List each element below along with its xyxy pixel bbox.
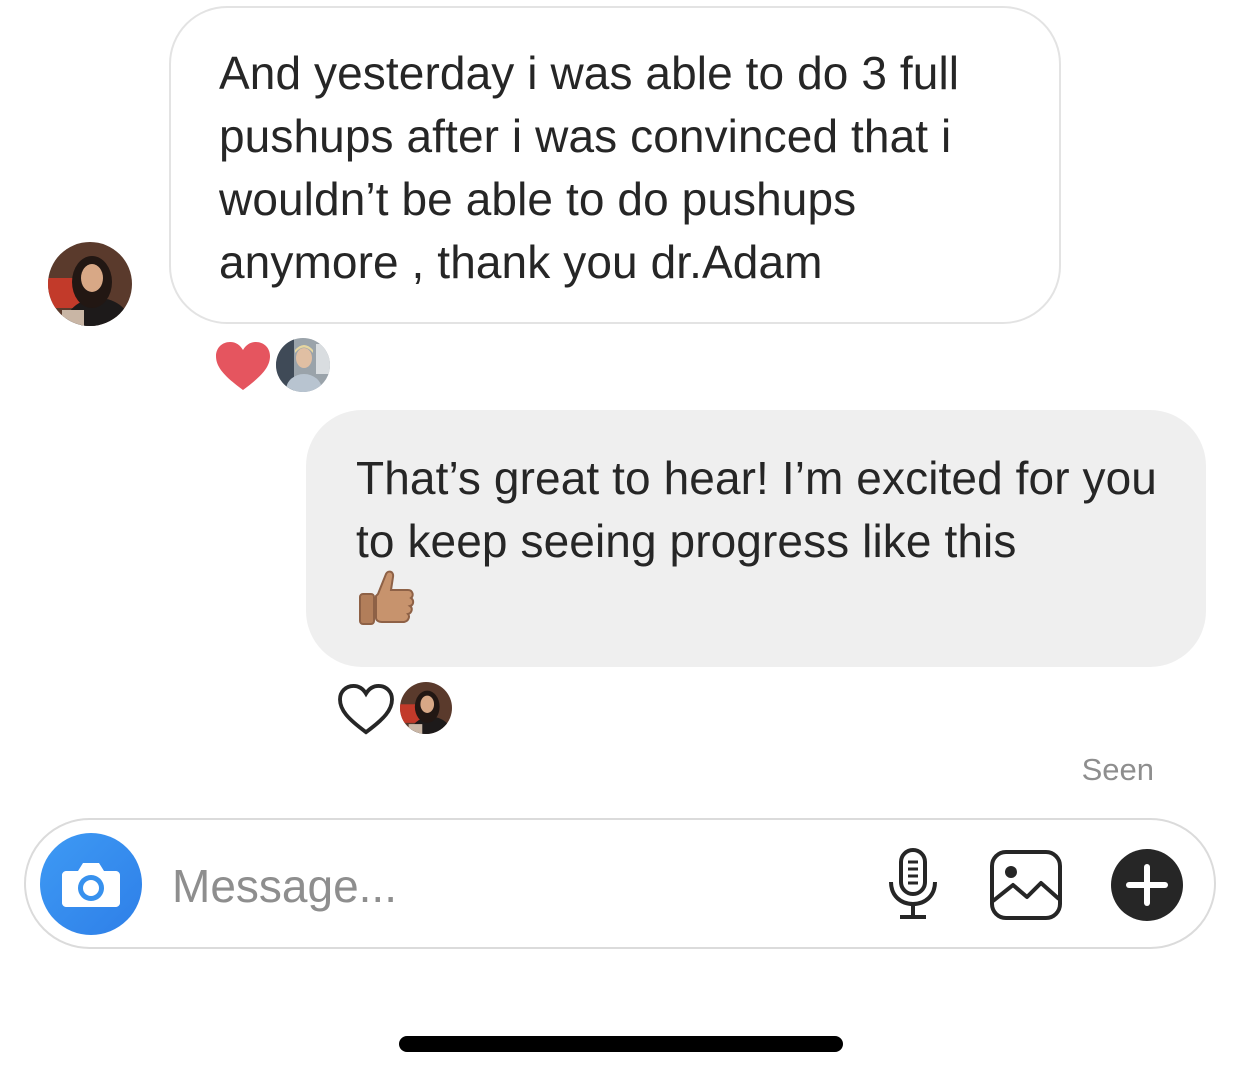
outgoing-message-reaction[interactable] <box>338 680 456 736</box>
heart-outline-icon <box>338 684 394 735</box>
incoming-message-reaction[interactable] <box>214 338 334 394</box>
home-indicator[interactable] <box>399 1036 843 1052</box>
plus-icon <box>1111 849 1183 921</box>
message-input[interactable] <box>170 848 734 924</box>
incoming-message-text: And yesterday i was able to do 3 full pu… <box>219 47 960 288</box>
message-composer <box>24 818 1216 949</box>
camera-icon <box>62 863 120 907</box>
sender-avatar[interactable] <box>48 242 132 326</box>
heart-filled-icon <box>216 342 270 390</box>
incoming-message-bubble[interactable]: And yesterday i was able to do 3 full pu… <box>169 6 1061 324</box>
thumbs-up-emoji <box>356 568 418 630</box>
thumbs-up-icon <box>359 570 415 625</box>
microphone-icon <box>889 848 937 919</box>
seen-status: Seen <box>1081 752 1154 787</box>
reactor-avatar <box>400 682 452 734</box>
add-button[interactable] <box>1110 848 1184 922</box>
voice-message-button[interactable] <box>878 844 948 924</box>
camera-button[interactable] <box>40 833 142 935</box>
reactor-avatar <box>276 338 330 392</box>
gallery-icon <box>990 850 1062 920</box>
gallery-button[interactable] <box>986 846 1066 924</box>
outgoing-message-bubble[interactable]: That’s great to hear! I’m excited for yo… <box>306 410 1206 667</box>
outgoing-message-text: That’s great to hear! I’m excited for yo… <box>356 452 1157 567</box>
